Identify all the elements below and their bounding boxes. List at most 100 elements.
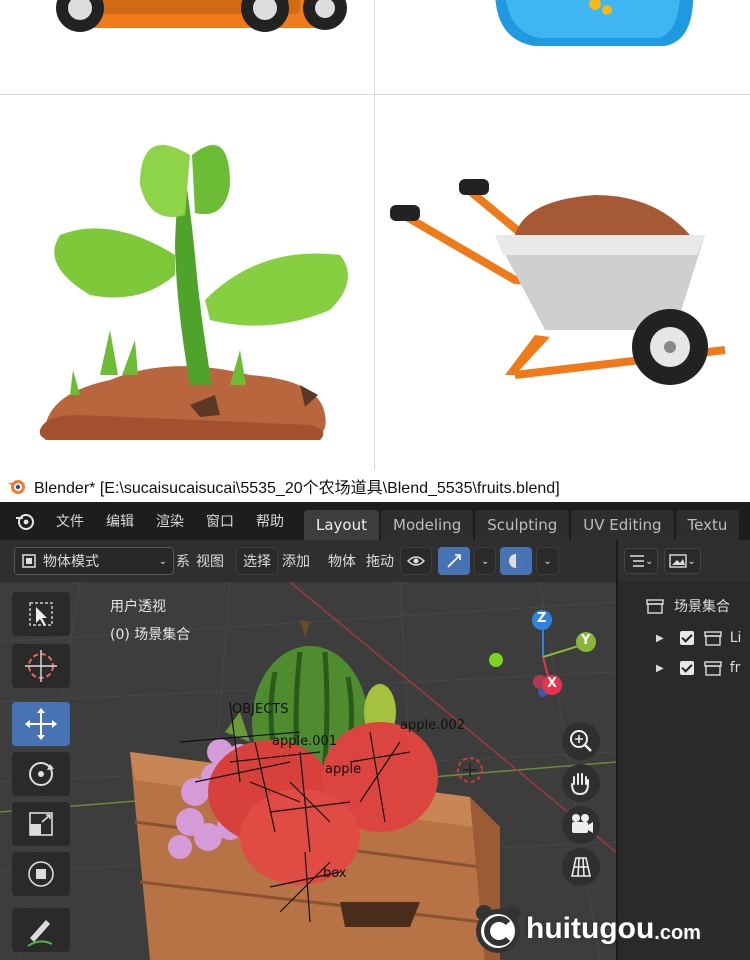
gizmo-icon bbox=[447, 554, 461, 568]
zoom-in-icon bbox=[570, 730, 592, 752]
visibility-checkbox[interactable] bbox=[679, 631, 694, 645]
object-mode-icon bbox=[22, 554, 36, 568]
menu-help[interactable]: 帮助 bbox=[256, 511, 284, 531]
outliner-filter-button[interactable]: ⌄ bbox=[664, 548, 701, 574]
visibility-checkbox[interactable] bbox=[679, 661, 694, 675]
axis-y-label: Y bbox=[581, 633, 591, 648]
transform-tool[interactable] bbox=[12, 852, 70, 896]
mode-selector[interactable]: 物体模式 ⌄ bbox=[14, 547, 174, 575]
object-label-apple[interactable]: apple bbox=[325, 762, 361, 777]
blue-object-illustration bbox=[495, 0, 694, 46]
tab-sculpting[interactable]: Sculpting bbox=[475, 510, 570, 540]
object-label-box[interactable]: box bbox=[323, 866, 347, 881]
shading-icon bbox=[509, 554, 524, 568]
navigation-gizmo bbox=[489, 622, 586, 697]
move-tool[interactable] bbox=[12, 702, 70, 746]
menu-render[interactable]: 渲染 bbox=[156, 511, 184, 531]
mode-suffix-label: 系 bbox=[176, 554, 190, 570]
cursor-tool[interactable] bbox=[12, 644, 70, 688]
outliner-header: ⌄ ⌄ bbox=[618, 540, 750, 582]
outliner-panel: ⌄ ⌄ 场景集合 ▶ Li ▶ fr bbox=[616, 540, 750, 960]
eye-icon bbox=[407, 556, 425, 566]
wheelbarrow-model-preview bbox=[375, 95, 750, 470]
expand-arrow-icon[interactable]: ▶ bbox=[656, 633, 664, 644]
collection-icon bbox=[704, 661, 722, 676]
menu-object[interactable]: 物体 bbox=[328, 551, 356, 571]
menu-drag[interactable]: 拖动 bbox=[366, 551, 394, 571]
camera-icon bbox=[572, 814, 593, 833]
image-icon bbox=[669, 554, 688, 568]
tool-shelf bbox=[12, 592, 70, 960]
annotate-tool[interactable] bbox=[12, 908, 70, 952]
3d-cursor-icon bbox=[25, 650, 57, 682]
gizmo-toggle-button[interactable] bbox=[438, 547, 470, 575]
blue-item-preview bbox=[375, 0, 750, 94]
menu-view[interactable]: 视图 bbox=[196, 551, 224, 571]
outliner-item[interactable]: ▶ fr bbox=[656, 654, 740, 682]
blender-menu-icon[interactable] bbox=[14, 510, 36, 532]
mode-label: 物体模式 bbox=[43, 554, 99, 570]
select-box-tool[interactable] bbox=[12, 592, 70, 636]
grid-icon bbox=[571, 857, 591, 877]
outliner-item-label: fr bbox=[729, 660, 741, 676]
scene-collection-label: 场景集合 bbox=[674, 599, 730, 615]
rotate-tool[interactable] bbox=[12, 752, 70, 796]
object-label-objects[interactable]: OBJECTS bbox=[232, 702, 288, 717]
collection-icon bbox=[646, 599, 664, 614]
outliner-scene-collection[interactable]: 场景集合 bbox=[646, 592, 730, 620]
menu-add[interactable]: 添加 bbox=[282, 551, 310, 571]
window-titlebar: Blender* [E:\sucaisucaisucai\5535_20个农场道… bbox=[0, 470, 750, 502]
watermark: huitugou .com bbox=[470, 898, 750, 960]
axis-z-handle[interactable]: Z bbox=[532, 610, 552, 630]
zoom-button[interactable] bbox=[562, 722, 600, 760]
scale-tool[interactable] bbox=[12, 802, 70, 846]
page: Blender* [E:\sucaisucaisucai\5535_20个农场道… bbox=[0, 0, 750, 960]
cursor-select-icon bbox=[29, 602, 53, 626]
outliner-item-label: Li bbox=[729, 630, 742, 646]
tab-uv-editing[interactable]: UV Editing bbox=[571, 510, 674, 540]
preview-gallery bbox=[0, 0, 750, 470]
pan-button[interactable] bbox=[562, 764, 600, 802]
menu-window[interactable]: 窗口 bbox=[206, 511, 234, 531]
collection-label: (0) 场景集合 bbox=[110, 627, 191, 643]
bear-logo-icon bbox=[476, 905, 520, 953]
menu-edit[interactable]: 编辑 bbox=[106, 511, 134, 531]
list-icon bbox=[630, 555, 644, 567]
outliner-item[interactable]: ▶ Li bbox=[656, 624, 741, 652]
hand-icon bbox=[571, 773, 589, 796]
overlay-dropdown[interactable]: ⌄ bbox=[474, 547, 497, 575]
scale-icon bbox=[29, 812, 53, 836]
axis-x-handle[interactable]: X bbox=[542, 675, 562, 695]
cart-model-preview bbox=[0, 0, 374, 94]
menu-select[interactable]: 选择 bbox=[236, 547, 278, 575]
shading-dropdown[interactable]: ⌄ bbox=[536, 547, 559, 575]
axis-x-label: X bbox=[547, 676, 558, 691]
object-label-apple-001[interactable]: apple.001 bbox=[272, 734, 337, 749]
tab-layout[interactable]: Layout bbox=[304, 510, 379, 540]
tab-modeling[interactable]: Modeling bbox=[381, 510, 474, 540]
outliner-display-mode-button[interactable]: ⌄ bbox=[624, 548, 659, 574]
watermark-suffix: .com bbox=[654, 921, 701, 944]
top-menubar: 文件 编辑 渲染 窗口 帮助 Layout Modeling Sculpting… bbox=[0, 502, 750, 540]
ortho-toggle-button[interactable] bbox=[562, 848, 600, 886]
move-arrows-icon bbox=[25, 708, 57, 740]
transform-icon bbox=[28, 861, 54, 887]
perspective-label: 用户透视 bbox=[110, 599, 166, 615]
chevron-down-icon: ⌄ bbox=[158, 555, 167, 567]
tab-texture-paint[interactable]: Textu bbox=[675, 510, 740, 540]
object-label-apple-002[interactable]: apple.002 bbox=[400, 718, 465, 733]
cart-illustration bbox=[56, 0, 347, 32]
axis-y-handle[interactable]: Y bbox=[576, 632, 596, 652]
menu-file[interactable]: 文件 bbox=[56, 511, 84, 531]
sprout-illustration bbox=[39, 145, 348, 440]
watermark-text: huitugou bbox=[526, 912, 655, 945]
expand-arrow-icon[interactable]: ▶ bbox=[656, 663, 664, 674]
wheelbarrow-illustration bbox=[390, 179, 726, 385]
blender-app: 文件 编辑 渲染 窗口 帮助 Layout Modeling Sculpting… bbox=[0, 502, 750, 960]
sprout-model-preview bbox=[0, 95, 374, 470]
camera-view-button[interactable] bbox=[562, 806, 600, 844]
window-title: Blender* [E:\sucaisucaisucai\5535_20个农场道… bbox=[34, 480, 560, 497]
axis-z-label: Z bbox=[537, 611, 547, 626]
shading-solid-button[interactable] bbox=[500, 547, 533, 575]
visibility-button[interactable] bbox=[400, 547, 432, 575]
